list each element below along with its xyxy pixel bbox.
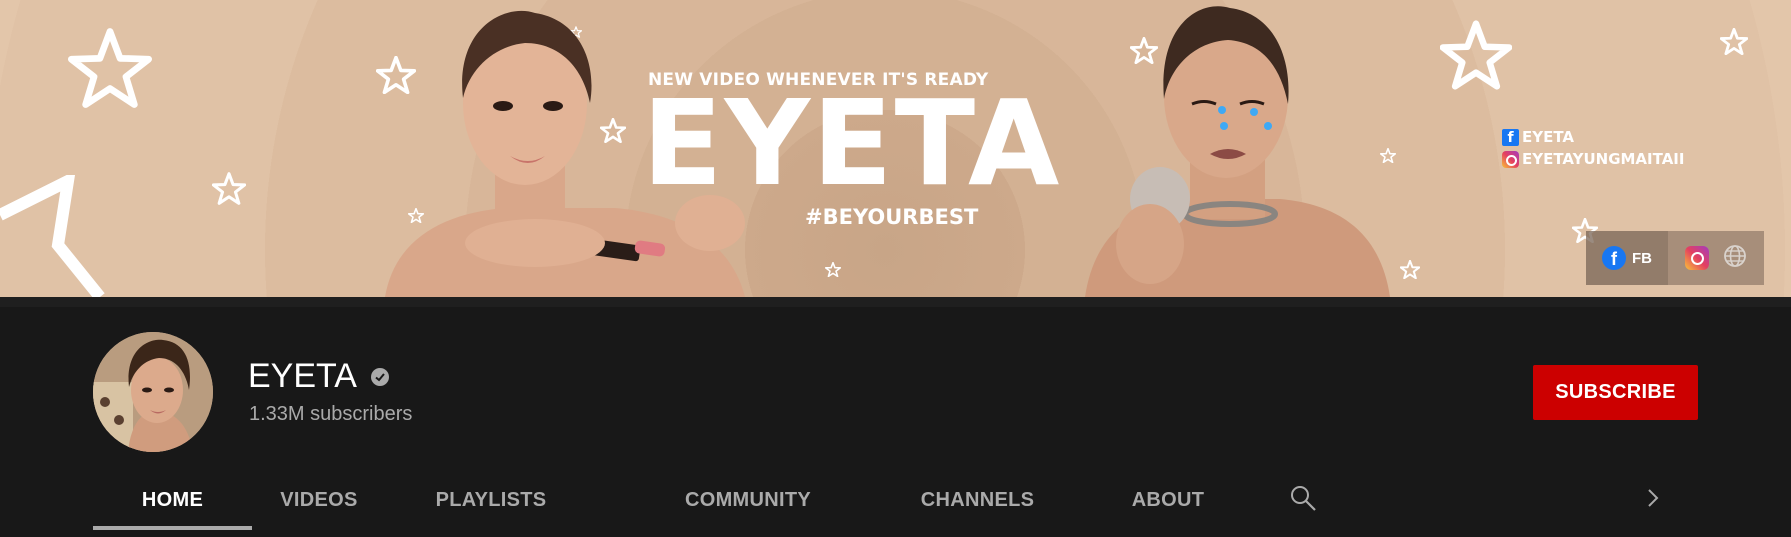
subscriber-count: 1.33M subscribers [249, 403, 413, 425]
subscribe-button[interactable]: SUBSCRIBE [1533, 365, 1698, 420]
facebook-link[interactable]: f FB [1586, 231, 1668, 285]
instagram-icon[interactable] [1685, 246, 1709, 270]
tab-community[interactable]: COMMUNITY [656, 470, 840, 530]
banner-facebook-handle: f EYETA [1502, 128, 1574, 146]
facebook-icon: f [1502, 128, 1519, 146]
star-outline-icon [1720, 28, 1748, 55]
verified-checkmark-icon [370, 367, 389, 386]
star-outline-icon [1400, 260, 1420, 279]
tab-playlists[interactable]: PLAYLISTS [411, 470, 571, 530]
banner-title: EYETA [642, 74, 1062, 212]
star-outline-icon [1440, 20, 1512, 90]
channel-name[interactable]: EYETA [248, 357, 357, 396]
banner-extra-links [1668, 231, 1764, 285]
channel-tabs: HOME VIDEOS PLAYLISTS COMMUNITY CHANNELS… [93, 470, 1713, 530]
star-outline-icon [0, 175, 110, 297]
active-tab-indicator [93, 526, 252, 530]
star-outline-icon [68, 28, 152, 108]
globe-icon[interactable] [1723, 244, 1747, 273]
channel-avatar[interactable] [93, 332, 213, 452]
channel-title-row: EYETA [248, 357, 389, 396]
facebook-icon: f [1602, 246, 1626, 270]
banner-divider [0, 297, 1791, 307]
banner-instagram-handle: EYETAYUNGMAITAII [1502, 150, 1684, 168]
banner-hashtag: #BEYOURBEST [805, 205, 979, 229]
star-outline-icon [212, 172, 246, 205]
tab-about[interactable]: ABOUT [1110, 470, 1226, 530]
tab-videos[interactable]: VIDEOS [252, 470, 386, 530]
facebook-link-label: FB [1632, 249, 1652, 267]
chevron-right-icon[interactable] [1633, 470, 1673, 526]
tab-home[interactable]: HOME [93, 470, 252, 530]
tab-channels[interactable]: CHANNELS [890, 470, 1065, 530]
channel-banner: NEW VIDEO WHENEVER IT'S READY EYETA #BEY… [0, 0, 1791, 297]
star-outline-icon [825, 262, 841, 277]
search-icon[interactable] [1283, 470, 1323, 526]
banner-links: f FB [1586, 231, 1764, 285]
banner-person-right-image [1070, 4, 1400, 297]
instagram-icon [1502, 150, 1519, 168]
